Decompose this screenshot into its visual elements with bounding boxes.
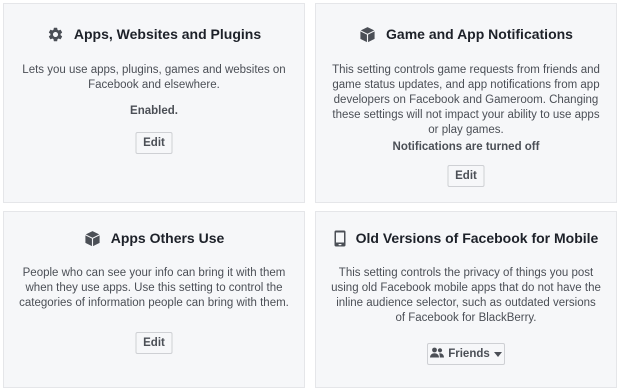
caret-down-icon xyxy=(493,348,502,360)
card-description: People who can see your info can bring i… xyxy=(19,267,289,309)
friends-icon xyxy=(430,347,445,361)
old-versions-mobile-card: Old Versions of Facebook for Mobile This… xyxy=(315,211,617,388)
audience-selector-button[interactable]: Friends xyxy=(427,343,505,365)
card-title: Old Versions of Facebook for Mobile xyxy=(355,230,599,246)
mobile-phone-icon xyxy=(334,230,346,247)
card-description: Lets you use apps, plugins, games and we… xyxy=(22,64,286,91)
card-title: Apps Others Use xyxy=(110,230,225,246)
box-icon xyxy=(84,230,101,247)
audience-label: Friends xyxy=(448,348,490,360)
apps-websites-plugins-card: Apps, Websites and Plugins Lets you use … xyxy=(3,3,305,203)
card-description: This setting controls game requests from… xyxy=(332,64,600,136)
card-title: Game and App Notifications xyxy=(386,26,573,42)
apps-others-use-card: Apps Others Use People who can see your … xyxy=(3,211,305,388)
edit-button[interactable]: Edit xyxy=(447,165,485,187)
game-app-notifications-header: Game and App Notifications xyxy=(316,25,616,43)
card-title: Apps, Websites and Plugins xyxy=(73,26,262,42)
game-app-notifications-card: Game and App Notifications This setting … xyxy=(315,3,617,203)
status-text: Enabled. xyxy=(130,105,178,117)
old-versions-mobile-header: Old Versions of Facebook for Mobile xyxy=(316,229,616,247)
card-description: This setting controls the privacy of thi… xyxy=(331,267,601,324)
apps-websites-plugins-header: Apps, Websites and Plugins xyxy=(4,25,304,43)
edit-button[interactable]: Edit xyxy=(135,132,173,154)
edit-button[interactable]: Edit xyxy=(135,332,173,354)
gear-icon xyxy=(47,26,64,43)
status-text: Notifications are turned off xyxy=(392,141,540,153)
box-icon xyxy=(359,26,376,43)
apps-others-use-header: Apps Others Use xyxy=(4,229,304,247)
